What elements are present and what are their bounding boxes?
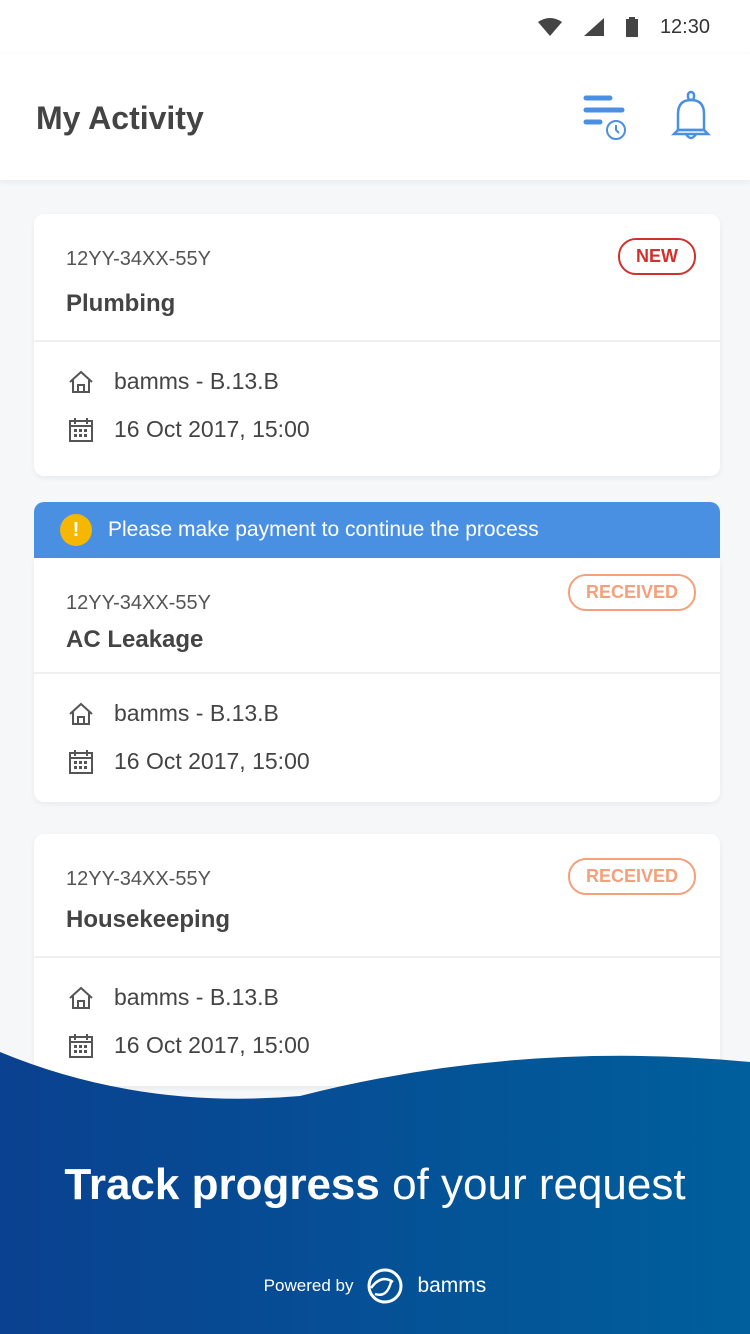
wifi-icon [537,18,562,36]
request-code: 12YY-34XX-55Y [66,868,211,890]
bell-icon[interactable] [670,90,714,142]
battery-icon [625,17,638,37]
request-name: Plumbing [66,290,176,317]
home-icon [69,986,93,1009]
status-bar: 12:30 [0,0,750,54]
payment-banner[interactable]: ! Please make payment to continue the pro… [34,502,720,558]
signal-icon [583,18,604,36]
calendar-icon [69,417,93,442]
banner-text: Please make payment to continue the proc… [108,518,539,541]
home-icon [69,370,93,393]
calendar-icon [69,749,93,774]
datetime: 16 Oct 2017, 15:00 [114,748,310,774]
clock: 12:30 [659,15,710,38]
status-badge: RECEIVED [567,574,696,611]
status-badge: RECEIVED [567,858,696,895]
history-filter-icon[interactable] [582,90,628,142]
activity-card[interactable]: 12YY-34XX-55Y AC Leakage RECEIVED bamms … [34,558,720,802]
location: bamms - B.13.B [114,368,279,394]
request-name: Housekeeping [66,906,231,933]
warning-icon: ! [60,514,92,546]
tagline: Track progress of your request [64,1160,686,1209]
location: bamms - B.13.B [114,700,279,726]
request-name: AC Leakage [66,626,204,653]
home-icon [69,702,93,725]
status-badge: NEW [618,238,696,275]
request-code: 12YY-34XX-55Y [66,248,211,270]
request-code: 12YY-34XX-55Y [66,592,211,614]
powered-by: Powered by bamms [0,1268,750,1304]
page-title: My Activity [36,100,204,136]
bamms-logo-icon [367,1268,403,1304]
activity-card[interactable]: 12YY-34XX-55Y Plumbing NEW bamms - B.13.… [34,214,720,476]
app-header: My Activity [0,54,750,180]
datetime: 16 Oct 2017, 15:00 [114,416,310,442]
location: bamms - B.13.B [114,984,279,1010]
